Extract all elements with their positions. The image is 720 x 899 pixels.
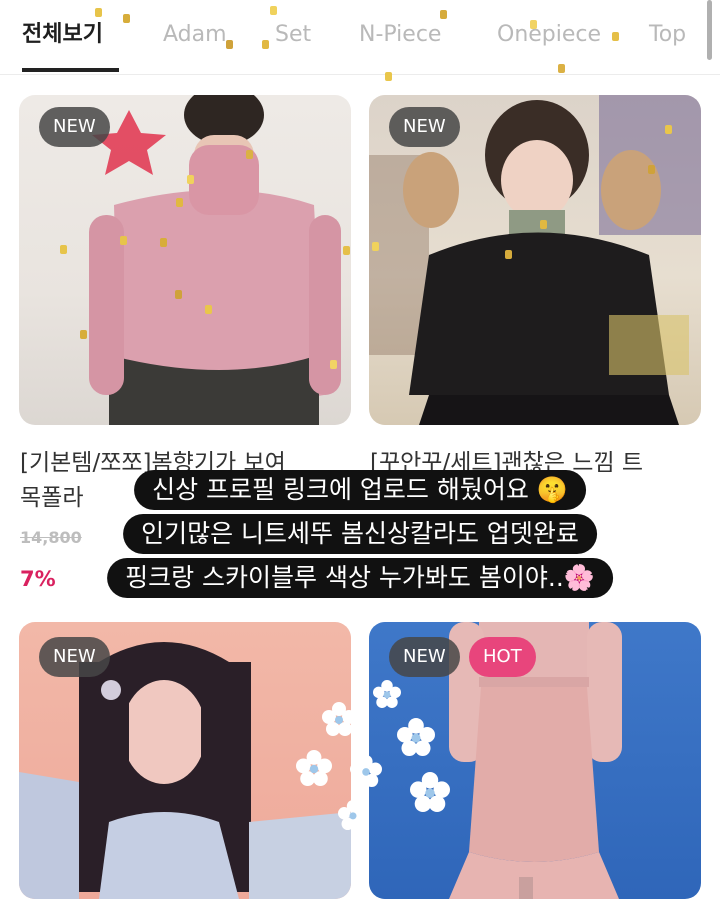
product-image-2[interactable]: NEW <box>369 95 701 425</box>
tab-n-piece[interactable]: N-Piece <box>359 18 441 52</box>
new-badge: NEW <box>389 637 460 677</box>
product-image-1[interactable]: NEW <box>19 95 351 425</box>
tab-adam[interactable]: Adam <box>163 18 227 52</box>
flower-icon <box>397 718 435 756</box>
flower-icon <box>338 800 368 830</box>
caption-line-3: 핑크랑 스카이블루 색상 누가봐도 봄이야..🌸 <box>107 558 613 598</box>
scrollbar-handle[interactable] <box>707 0 712 60</box>
discount-rate-1: 7% <box>20 567 56 591</box>
caption-line-2: 인기많은 니트세뚜 봄신상칼라도 업뎃완료 <box>123 514 597 554</box>
product-image-4[interactable]: NEW HOT <box>369 622 701 899</box>
new-badge: NEW <box>39 637 110 677</box>
flower-icon <box>373 680 401 708</box>
flower-icon <box>350 755 382 787</box>
tab-onepiece[interactable]: Onepiece <box>497 18 601 52</box>
flower-icon <box>410 772 450 812</box>
hot-badge: HOT <box>469 637 536 677</box>
caption-line-1: 신상 프로필 링크에 업로드 해뒀어요 🤫 <box>134 470 586 510</box>
new-badge: NEW <box>389 107 460 147</box>
product-subtitle-1[interactable]: 목폴라 <box>20 478 120 512</box>
flower-icon <box>296 750 332 786</box>
original-price-1: 14,800 <box>20 528 82 547</box>
tab-top[interactable]: Top <box>649 18 686 52</box>
new-badge: NEW <box>39 107 110 147</box>
tab-all[interactable]: 전체보기 <box>22 18 103 52</box>
flower-icon <box>322 702 356 736</box>
active-tab-indicator <box>22 68 119 72</box>
tab-set[interactable]: Set <box>275 18 311 52</box>
